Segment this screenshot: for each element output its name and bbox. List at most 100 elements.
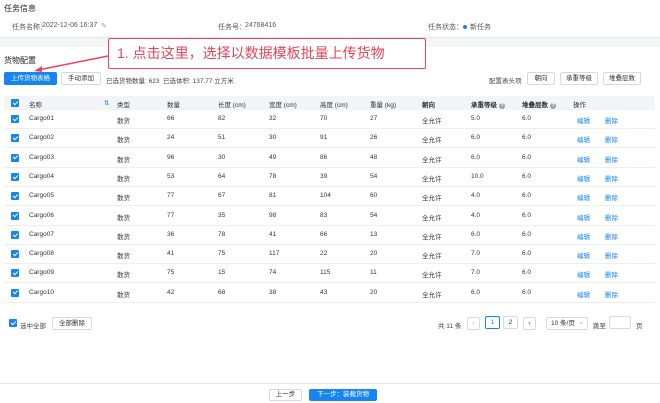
footer-divider: [0, 383, 660, 384]
row-checkbox[interactable]: [11, 172, 19, 181]
sort-icon[interactable]: ⇅: [104, 99, 109, 107]
table-cell: 13: [370, 230, 378, 238]
table-cell: 全允许: [422, 253, 442, 261]
page-size-select[interactable]: 10 条/页 ⌄: [546, 317, 588, 330]
delete-link[interactable]: 删除: [605, 212, 618, 222]
edit-name-icon[interactable]: ✎: [101, 22, 107, 30]
table-cell: 49: [269, 153, 277, 161]
table-cell: 10.0: [471, 172, 484, 180]
header-name: 名称: [29, 102, 42, 109]
row-checkbox[interactable]: [11, 211, 19, 220]
table-cell: 78: [218, 230, 226, 238]
table-cell: 53: [167, 172, 175, 180]
table-cell: 77: [167, 192, 175, 200]
edit-link[interactable]: 编辑: [577, 250, 590, 260]
header-load: 承重等级?: [471, 99, 505, 109]
row-checkbox[interactable]: [11, 192, 19, 201]
page-size-value: 10 条/页: [551, 320, 575, 327]
table-cell: 66: [167, 115, 175, 122]
delete-link[interactable]: 删除: [605, 134, 618, 144]
table-cell: 6.0: [471, 288, 481, 296]
edit-link[interactable]: 编辑: [577, 154, 590, 164]
table-cell: Cargo09: [29, 269, 54, 277]
table-cell: 4.0: [471, 211, 481, 219]
table-cell: 全允许: [422, 214, 442, 222]
table-cell: 22: [320, 250, 328, 258]
table-row: Cargo09 散货 75 15 74 115 11 全允许 7.0 6.0 编辑 删除: [4, 264, 655, 284]
next-step-button[interactable]: 下一步：装载货物: [309, 389, 377, 401]
table-cell: 75: [167, 269, 175, 277]
help-icon[interactable]: ?: [550, 103, 556, 109]
edit-link[interactable]: 编辑: [577, 115, 590, 125]
table-cell: 6.0: [522, 288, 532, 296]
header-width: 宽度 (cm): [269, 102, 297, 109]
edit-link[interactable]: 编辑: [577, 269, 590, 279]
row-checkbox[interactable]: [11, 134, 19, 143]
filter-orient-button[interactable]: 朝向: [527, 72, 555, 85]
table-cell: 51: [218, 134, 226, 142]
table-cell: 散货: [117, 137, 130, 145]
table-cell: 6.0: [522, 134, 532, 142]
table-cell: 6.0: [522, 230, 532, 238]
edit-link[interactable]: 编辑: [577, 289, 590, 299]
table-cell: 54: [370, 211, 378, 219]
header-stack-label: 堆叠层数: [522, 102, 548, 109]
filter-load-button[interactable]: 承重等级: [560, 72, 598, 85]
table-cell: 散货: [117, 156, 130, 164]
delete-link[interactable]: 删除: [605, 269, 618, 279]
row-checkbox[interactable]: [11, 230, 19, 239]
manual-add-button[interactable]: 手动添加: [61, 72, 101, 85]
table-cell: Cargo01: [29, 115, 54, 122]
table-cell: 86: [320, 153, 328, 161]
table-cell: 全允许: [422, 118, 442, 125]
table-cell: 全允许: [422, 156, 442, 164]
delete-link[interactable]: 删除: [605, 173, 618, 183]
jump-page-input[interactable]: [609, 316, 631, 329]
table-row: Cargo04 散货 53 64 78 39 54 全允许 10.0 6.0 编辑 删除: [4, 168, 655, 187]
edit-link[interactable]: 编辑: [577, 134, 590, 144]
select-all-checkbox[interactable]: [9, 319, 17, 327]
upload-template-button[interactable]: 上传货物表格: [4, 72, 57, 85]
page-1-button[interactable]: 1: [485, 316, 500, 329]
table-cell: 散货: [117, 118, 130, 125]
chevron-down-icon: ⌄: [578, 319, 584, 326]
edit-link[interactable]: 编辑: [577, 192, 590, 202]
header-qty: 数量: [167, 102, 180, 109]
delete-link[interactable]: 删除: [605, 289, 618, 299]
row-checkbox[interactable]: [11, 153, 19, 162]
table-cell: 4.0: [471, 192, 481, 200]
delete-link[interactable]: 删除: [605, 250, 618, 260]
prev-step-button[interactable]: 上一步: [269, 389, 302, 401]
table-cell: 6.0: [522, 172, 532, 180]
task-info-row: 任务名称： 2022-12-06 16:37 ✎ 任务号： 24768416 任…: [0, 20, 660, 34]
table-cell: 67: [218, 192, 226, 200]
table-cell: 77: [167, 211, 175, 219]
delete-link[interactable]: 删除: [605, 154, 618, 164]
edit-link[interactable]: 编辑: [577, 173, 590, 183]
table-cell: 散货: [117, 233, 130, 241]
table-cell: 全允许: [422, 175, 442, 183]
prev-page-button[interactable]: ‹: [467, 317, 480, 330]
edit-link[interactable]: 编辑: [577, 231, 590, 241]
help-icon[interactable]: ?: [499, 103, 505, 109]
row-checkbox[interactable]: [11, 250, 19, 259]
row-checkbox[interactable]: [11, 288, 19, 297]
select-all-header-checkbox[interactable]: [11, 99, 19, 107]
table-cell: 11: [370, 269, 377, 277]
edit-link[interactable]: 编辑: [577, 212, 590, 222]
next-page-button[interactable]: ›: [523, 317, 536, 330]
table-cell: 20: [370, 250, 378, 258]
table-cell: 全允许: [422, 195, 442, 203]
delete-all-button[interactable]: 全部删除: [52, 317, 92, 330]
delete-link[interactable]: 删除: [605, 115, 618, 125]
table-cell: 38: [269, 288, 277, 296]
row-checkbox[interactable]: [11, 115, 19, 123]
delete-link[interactable]: 删除: [605, 231, 618, 241]
table-cell: 68: [218, 288, 226, 296]
table-cell: 6.0: [471, 230, 481, 238]
page-2-button[interactable]: 2: [503, 316, 518, 329]
delete-link[interactable]: 删除: [605, 192, 618, 202]
row-checkbox[interactable]: [11, 269, 19, 278]
filter-stack-button[interactable]: 堆叠层数: [603, 72, 641, 85]
table-cell: 115: [320, 269, 331, 277]
